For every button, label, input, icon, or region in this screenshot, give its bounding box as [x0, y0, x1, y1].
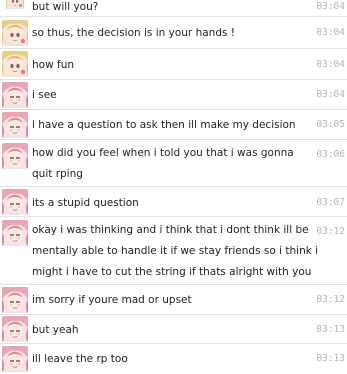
- message-timestamp: 03:04: [316, 89, 345, 100]
- pink-avatar[interactable]: [2, 220, 28, 246]
- message-text: i have a question to ask then ill make m…: [32, 119, 296, 131]
- message-timestamp: 03:13: [316, 353, 345, 364]
- chat-message: ill leave the rp too 03:13: [0, 344, 347, 374]
- chat-message: okay i was thinking and i think that i d…: [0, 217, 347, 285]
- pink-avatar[interactable]: [2, 316, 28, 342]
- message-timestamp: 03:06: [316, 149, 345, 160]
- message-timestamp: 03:05: [316, 119, 345, 130]
- pink-avatar[interactable]: [2, 189, 28, 215]
- message-text: i see: [32, 89, 57, 101]
- message-text: so thus, the decision is in your hands !: [32, 27, 236, 39]
- pink-avatar[interactable]: [2, 143, 28, 169]
- pink-avatar[interactable]: [2, 287, 28, 313]
- blonde-avatar[interactable]: [2, 20, 28, 46]
- message-text: but will you?: [32, 1, 99, 13]
- chat-message: its a stupid question 03:07: [0, 187, 347, 217]
- message-timestamp: 03:04: [316, 59, 345, 70]
- pink-avatar[interactable]: [2, 82, 28, 108]
- message-text: its a stupid question: [32, 197, 139, 209]
- chat-message: but will you? 03:04: [0, 0, 347, 17]
- chat-message: how did you feel when i told you that i …: [0, 140, 347, 187]
- message-text: how did you feel when i told you that i …: [32, 147, 294, 180]
- message-timestamp: 03:12: [316, 294, 345, 305]
- message-timestamp: 03:13: [316, 324, 345, 335]
- message-timestamp: 03:04: [316, 1, 345, 12]
- chat-message: how fun 03:04: [0, 49, 347, 80]
- chat-message: i have a question to ask then ill make m…: [0, 110, 347, 140]
- message-text: how fun: [32, 59, 75, 71]
- chat-log: but will you? 03:04 so thus, the decisio…: [0, 0, 347, 374]
- message-timestamp: 03:04: [316, 27, 345, 38]
- message-text: ill leave the rp too: [32, 353, 128, 365]
- message-text: im sorry if youre mad or upset: [32, 294, 192, 306]
- blonde-avatar[interactable]: [2, 51, 28, 77]
- chat-message: so thus, the decision is in your hands !…: [0, 17, 347, 49]
- message-timestamp: 03:12: [316, 226, 345, 237]
- pink-avatar[interactable]: [2, 346, 28, 372]
- message-text: okay i was thinking and i think that i d…: [32, 224, 319, 278]
- chat-message: im sorry if youre mad or upset 03:12: [0, 285, 347, 315]
- chat-message: i see 03:04: [0, 80, 347, 110]
- pink-avatar[interactable]: [2, 112, 28, 138]
- chat-message: but yeah 03:13: [0, 315, 347, 344]
- message-timestamp: 03:07: [316, 197, 345, 208]
- message-text: but yeah: [32, 324, 79, 336]
- blonde-avatar[interactable]: [2, 0, 28, 17]
